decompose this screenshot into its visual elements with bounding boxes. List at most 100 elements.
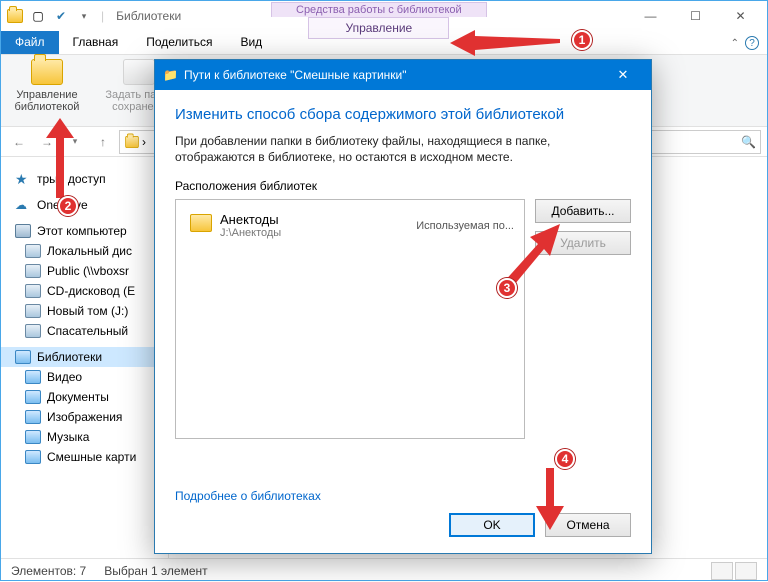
dialog-heading: Изменить способ сбора содержимого этой б… (175, 106, 631, 123)
tab-share[interactable]: Поделиться (132, 31, 226, 54)
contextual-title: Средства работы с библиотекой (271, 2, 487, 17)
status-bar: Элементов: 7 Выбран 1 элемент (1, 558, 767, 582)
sidebar-lib-item[interactable]: Изображения (1, 407, 168, 427)
annotation-badge-4: 4 (555, 449, 575, 469)
search-icon: 🔍 (741, 135, 756, 149)
sidebar-lib-item[interactable]: Видео (1, 367, 168, 387)
sidebar-lib-item[interactable]: Смешные карти (1, 447, 168, 467)
qat-button[interactable]: ▢ (28, 6, 48, 26)
location-meta: Используемая по... (416, 220, 514, 232)
libraries-icon (15, 350, 31, 364)
sidebar-drive[interactable]: Новый том (J:) (1, 301, 168, 321)
location-path: J:\Анектоды (220, 227, 281, 239)
contextual-tab-group: Средства работы с библиотекой Управление (271, 2, 487, 39)
location-item[interactable]: Анектоды J:\Анектоды Используемая по... (176, 208, 524, 243)
sidebar-drive[interactable]: Локальный дис (1, 241, 168, 261)
custom-lib-icon (25, 450, 41, 464)
sidebar-item-label: Public (\\vboxsr (47, 264, 129, 278)
pc-icon (15, 224, 31, 238)
sidebar-drive[interactable]: CD-дисковод (E (1, 281, 168, 301)
drive-icon (25, 244, 41, 258)
quick-access-toolbar: ▢ ✔ ▾ | (5, 6, 108, 26)
help-icon[interactable]: ? (745, 36, 759, 50)
music-icon (25, 430, 41, 444)
documents-icon (25, 390, 41, 404)
sidebar-item-label: Этот компьютер (37, 224, 127, 238)
drive-icon (25, 324, 41, 338)
sidebar-libraries[interactable]: Библиотеки (1, 347, 168, 367)
cloud-icon: ☁ (15, 198, 31, 212)
save-location-icon (123, 59, 155, 85)
qat-overflow[interactable]: ▾ (74, 6, 94, 26)
qat-check-icon[interactable]: ✔ (51, 6, 71, 26)
annotation-badge-1: 1 (572, 30, 592, 50)
folder-icon (31, 59, 63, 85)
sidebar-item-label: трый доступ (37, 172, 106, 186)
tab-file[interactable]: Файл (1, 31, 59, 54)
sidebar-onedrive[interactable]: ☁OneDrive (1, 195, 168, 215)
window-title: Библиотеки (116, 9, 181, 23)
drive-icon (25, 264, 41, 278)
sidebar-item-label: Документы (47, 390, 109, 404)
sidebar-lib-item[interactable]: Документы (1, 387, 168, 407)
locations-listbox[interactable]: Анектоды J:\Анектоды Используемая по... (175, 199, 525, 439)
tab-home[interactable]: Главная (59, 31, 133, 54)
up-button[interactable]: ↑ (91, 130, 115, 154)
sidebar-drive[interactable]: Public (\\vboxsr (1, 261, 168, 281)
remove-button[interactable]: Удалить (535, 231, 631, 255)
status-item-count: Элементов: 7 (11, 564, 86, 578)
sidebar-item-label: Смешные карти (47, 450, 136, 464)
sidebar-item-label: Новый том (J:) (47, 304, 128, 318)
dialog-description: При добавлении папки в библиотеку файлы,… (175, 133, 631, 165)
dialog-title: Пути к библиотеке "Смешные картинки" (184, 68, 407, 82)
sidebar-item-label: Видео (47, 370, 82, 384)
folder-icon (125, 136, 139, 148)
view-thumbnails-button[interactable] (735, 562, 757, 580)
maximize-button[interactable]: ☐ (673, 2, 718, 30)
manage-library-button[interactable]: Управление библиотекой (7, 59, 87, 113)
sidebar-item-label: Библиотеки (37, 350, 102, 364)
view-details-button[interactable] (711, 562, 733, 580)
tab-manage[interactable]: Управление (308, 17, 449, 39)
manage-library-label: Управление библиотекой (15, 89, 80, 113)
sidebar-this-pc[interactable]: Этот компьютер (1, 221, 168, 241)
ribbon-expand-icon[interactable]: ⌃ (731, 38, 739, 49)
star-icon: ★ (15, 172, 31, 186)
sidebar-item-label: Спасательный (47, 324, 128, 338)
minimize-button[interactable]: — (628, 2, 673, 30)
sidebar-item-label: Музыка (47, 430, 89, 444)
back-button[interactable]: ← (7, 130, 31, 154)
pictures-icon (25, 410, 41, 424)
close-button[interactable]: ✕ (718, 2, 763, 30)
list-label: Расположения библиотек (175, 179, 631, 193)
sidebar-item-label: Локальный дис (47, 244, 132, 258)
dialog-app-icon: 📁 (163, 68, 178, 82)
cd-icon (25, 284, 41, 298)
annotation-badge-3: 3 (497, 278, 517, 298)
drive-icon (25, 304, 41, 318)
sidebar-lib-item[interactable]: Музыка (1, 427, 168, 447)
library-paths-dialog: 📁 Пути к библиотеке "Смешные картинки" ✕… (154, 59, 652, 554)
ok-button[interactable]: OK (449, 513, 535, 537)
video-icon (25, 370, 41, 384)
learn-more-link[interactable]: Подробнее о библиотеках (175, 489, 631, 503)
cancel-button[interactable]: Отмена (545, 513, 631, 537)
sidebar-quick-access[interactable]: ★ трый доступ (1, 169, 168, 189)
sidebar-drive[interactable]: Спасательный (1, 321, 168, 341)
ribbon-tabs: Файл Главная Поделиться Вид Средства раб… (1, 31, 767, 55)
tab-view[interactable]: Вид (226, 31, 276, 54)
recent-dropdown[interactable]: ▾ (63, 130, 87, 154)
app-icon[interactable] (5, 6, 25, 26)
annotation-badge-2: 2 (58, 196, 78, 216)
add-button[interactable]: Добавить... (535, 199, 631, 223)
navigation-pane: ★ трый доступ ☁OneDrive Этот компьютер Ло… (1, 157, 169, 558)
crumb-sep-icon: › (142, 135, 146, 149)
sidebar-item-label: Изображения (47, 410, 122, 424)
forward-button[interactable]: → (35, 130, 59, 154)
dialog-titlebar[interactable]: 📁 Пути к библиотеке "Смешные картинки" ✕ (155, 60, 651, 90)
location-name: Анектоды (220, 212, 281, 227)
dialog-close-button[interactable]: ✕ (603, 67, 643, 83)
sidebar-item-label: CD-дисковод (E (47, 284, 135, 298)
folder-icon (190, 214, 212, 232)
status-selection: Выбран 1 элемент (104, 564, 207, 578)
